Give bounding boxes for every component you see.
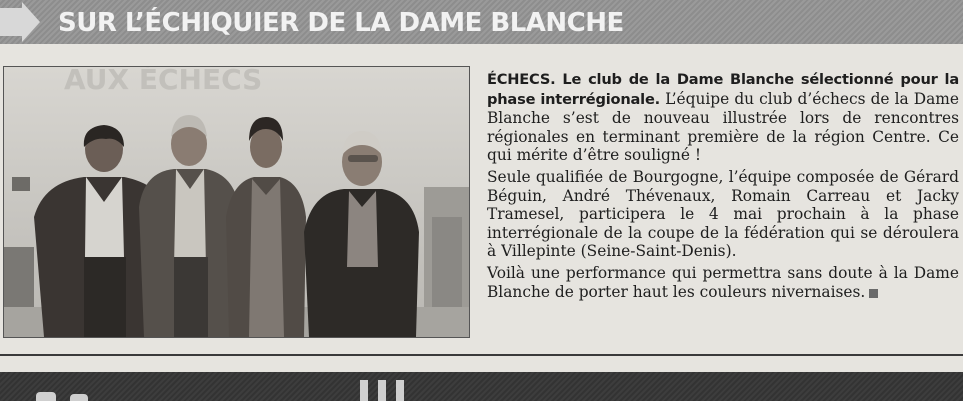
article-paragraph-1: ÉCHECS. Le club de la Dame Blanche sélec… [487,70,959,165]
article-paragraph-3: Voilà une performance qui permettra sans… [487,264,959,301]
team-photo: AUX ÉCHECS [3,66,470,338]
end-of-article-icon [869,288,879,298]
section-header: SUR L’ÉCHIQUIER DE LA DAME BLANCHE [0,0,963,44]
arrow-icon [0,2,40,42]
article-text-3: Voilà une performance qui permettra sans… [487,263,959,301]
team-photo-image: AUX ÉCHECS [4,67,469,337]
cropped-headline-glyphs [36,380,404,401]
article-body: ÉCHECS. Le club de la Dame Blanche sélec… [487,70,959,304]
newspaper-clipping: SUR L’ÉCHIQUIER DE LA DAME BLANCHE AUX É… [0,0,963,401]
svg-text:AUX ÉCHECS: AUX ÉCHECS [64,67,262,96]
section-title: SUR L’ÉCHIQUIER DE LA DAME BLANCHE [58,8,624,38]
section-divider [0,354,963,356]
article-paragraph-2: Seule qualifiée de Bourgogne, l’équipe c… [487,167,959,261]
next-section-header [0,372,963,401]
